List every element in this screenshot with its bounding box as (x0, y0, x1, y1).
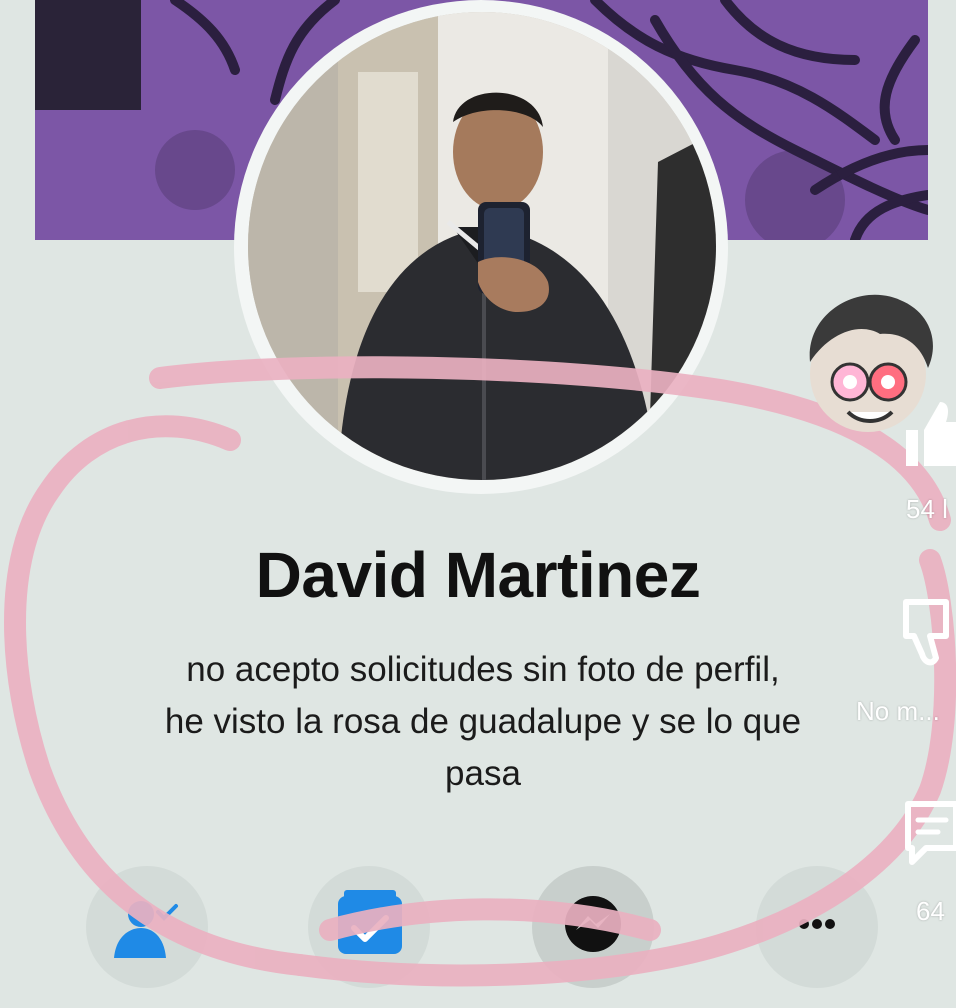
friends-button[interactable] (86, 866, 208, 988)
friends-check-icon (114, 901, 178, 958)
more-button[interactable] (756, 866, 878, 988)
bio-line: no acepto solicitudes sin foto de perfil… (186, 650, 780, 689)
dislike-label: No m... (856, 696, 940, 726)
calendar-check-icon (338, 890, 402, 954)
comments-icon[interactable] (902, 798, 956, 868)
profile-bio: no acepto solicitudes sin foto de perfil… (60, 644, 906, 800)
comments-count: 64 (916, 896, 945, 926)
avatar-photo (248, 12, 716, 480)
avatar[interactable] (248, 12, 716, 480)
dislike-thumb-icon[interactable] (902, 598, 956, 670)
calendar-button[interactable] (308, 866, 430, 988)
like-thumb-icon[interactable] (902, 396, 956, 468)
messenger-icon (565, 896, 621, 952)
messenger-button[interactable] (532, 866, 654, 988)
bio-line: pasa (445, 754, 521, 793)
cover-dark-corner (35, 0, 141, 110)
bio-line: he visto la rosa de guadalupe y se lo qu… (164, 702, 802, 741)
more-dots-icon (799, 919, 835, 929)
profile-name: David Martinez (255, 539, 701, 611)
likes-count: 54 l (906, 494, 948, 524)
